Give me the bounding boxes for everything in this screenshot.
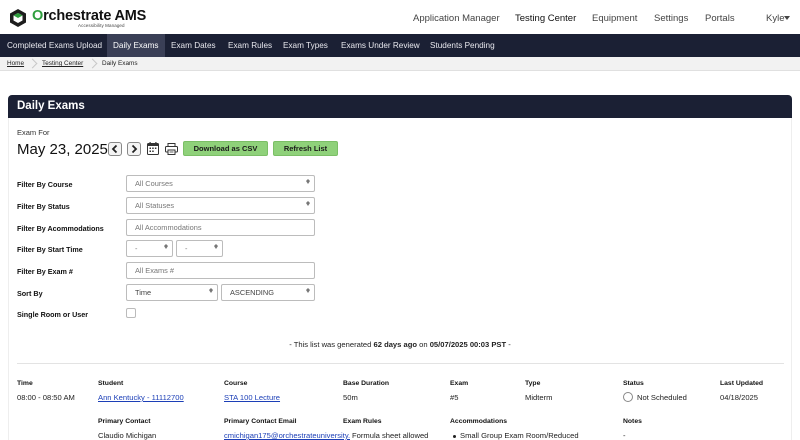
printer-icon[interactable] <box>165 143 178 155</box>
subnav-students-pending[interactable]: Students Pending <box>424 34 501 57</box>
exam-date-display: May 23, 2025 <box>17 141 108 158</box>
breadcrumb-current: Daily Exams <box>102 60 138 67</box>
subnav-exam-dates[interactable]: Exam Dates <box>165 34 222 57</box>
filter-exam-num-label: Filter By Exam # <box>17 267 73 276</box>
nav-testing-center[interactable]: Testing Center <box>515 13 576 24</box>
exam-type-value: Midterm <box>525 393 553 402</box>
exam-for-label: Exam For <box>17 128 50 137</box>
notes-value: - <box>623 431 626 440</box>
breadcrumb: Home Testing Center Daily Exams <box>0 57 800 71</box>
testing-center-subnav: Completed Exams Upload Daily Exams Exam … <box>0 34 800 57</box>
subnav-exam-types[interactable]: Exam Types <box>277 34 334 57</box>
card-header: Daily Exams <box>8 95 792 118</box>
header-exam-rules: Exam Rules <box>343 418 382 425</box>
exam-rule-item: Formula sheet allowed <box>350 431 429 440</box>
top-navbar: Orchestrate AMS Accessibility Managed Ap… <box>0 0 800 34</box>
bullet-icon <box>453 435 456 438</box>
brand-name[interactable]: Orchestrate AMS <box>32 8 147 24</box>
header-time: Time <box>17 380 33 387</box>
last-updated-value: 04/18/2025 <box>720 393 759 402</box>
breadcrumb-separator-icon <box>89 58 95 70</box>
breadcrumb-testing-center[interactable]: Testing Center <box>42 60 83 67</box>
brand-initial: O <box>32 8 44 24</box>
subnav-exams-under-review[interactable]: Exams Under Review <box>335 34 426 57</box>
status-value: Not Scheduled <box>637 393 687 402</box>
filter-start-time-label: Filter By Start Time <box>17 245 83 254</box>
exam-time: 08:00 - 08:50 AM <box>17 393 75 402</box>
course-link[interactable]: STA 100 Lecture <box>224 393 280 402</box>
filter-exam-num-input[interactable]: All Exams # <box>126 262 315 279</box>
filter-accommodations-input[interactable]: All Accommodations <box>126 219 315 236</box>
sort-by-label: Sort By <box>17 289 43 298</box>
start-hour-select[interactable]: - <box>126 240 173 257</box>
user-menu[interactable]: Kyle <box>766 13 784 24</box>
accommodation-item: Small Group Exam Room/Reduced <box>460 431 579 440</box>
generated-timestamp: 05/07/2025 00:03 PST <box>429 340 507 349</box>
filter-status-label: Filter By Status <box>17 202 70 211</box>
brand-tagline: Accessibility Managed <box>78 23 125 28</box>
header-primary-contact-email: Primary Contact Email <box>224 418 297 425</box>
filter-course-select[interactable]: All Courses <box>126 175 315 192</box>
student-link[interactable]: Ann Kentucky - 11112700 <box>98 393 184 402</box>
exam-number-value: #5 <box>450 393 459 402</box>
nav-equipment[interactable]: Equipment <box>592 13 637 24</box>
breadcrumb-home[interactable]: Home <box>7 60 24 67</box>
orchestrate-logo-icon[interactable] <box>8 8 28 28</box>
chevron-down-icon[interactable] <box>784 16 790 20</box>
subnav-completed-exams-upload[interactable]: Completed Exams Upload <box>1 34 108 57</box>
start-minute-select[interactable]: - <box>176 240 223 257</box>
sort-order-select[interactable]: ASCENDING <box>221 284 315 301</box>
calendar-icon[interactable] <box>147 142 159 155</box>
nav-portals[interactable]: Portals <box>705 13 735 24</box>
chevron-left-icon <box>111 144 118 154</box>
single-room-label: Single Room or User <box>17 310 89 319</box>
subnav-daily-exams[interactable]: Daily Exams <box>107 34 165 57</box>
header-notes: Notes <box>623 418 642 425</box>
base-duration-value: 50m <box>343 393 358 402</box>
generated-notice: - This list was generated 62 days ago on… <box>0 340 800 349</box>
single-room-checkbox[interactable] <box>126 308 136 318</box>
primary-contact-value: Claudio Michigan <box>98 431 157 440</box>
generated-on: on <box>419 340 428 349</box>
nav-settings[interactable]: Settings <box>654 13 688 24</box>
header-accommodations: Accommodations <box>450 418 508 425</box>
header-primary-contact: Primary Contact <box>98 418 151 425</box>
brand-rest: rchestrate AMS <box>43 8 147 24</box>
page-title: Daily Exams <box>17 100 85 112</box>
chevron-right-icon <box>131 144 138 154</box>
generated-suffix: - <box>508 340 511 349</box>
status-radio[interactable] <box>623 392 633 402</box>
header-base-duration: Base Duration <box>343 380 390 387</box>
prev-day-button[interactable] <box>108 142 122 156</box>
header-type: Type <box>525 380 541 387</box>
filter-course-label: Filter By Course <box>17 180 73 189</box>
generated-age: 62 days ago <box>373 340 417 349</box>
next-day-button[interactable] <box>127 142 141 156</box>
section-divider <box>17 363 784 364</box>
filter-accommodations-label: Filter By Acommodations <box>17 224 104 233</box>
nav-application-manager[interactable]: Application Manager <box>413 13 500 24</box>
header-status: Status <box>623 380 644 387</box>
card-body <box>8 118 792 440</box>
subnav-exam-rules[interactable]: Exam Rules <box>222 34 278 57</box>
header-last-updated: Last Updated <box>720 380 764 387</box>
sort-field-select[interactable]: Time <box>126 284 218 301</box>
breadcrumb-separator-icon <box>29 58 35 70</box>
header-exam: Exam <box>450 380 469 387</box>
header-student: Student <box>98 380 124 387</box>
download-csv-button[interactable]: Download as CSV <box>183 141 268 156</box>
generated-prefix: - This list was generated <box>289 340 372 349</box>
header-course: Course <box>224 380 248 387</box>
filter-status-select[interactable]: All Statuses <box>126 197 315 214</box>
refresh-list-button[interactable]: Refresh List <box>273 141 338 156</box>
